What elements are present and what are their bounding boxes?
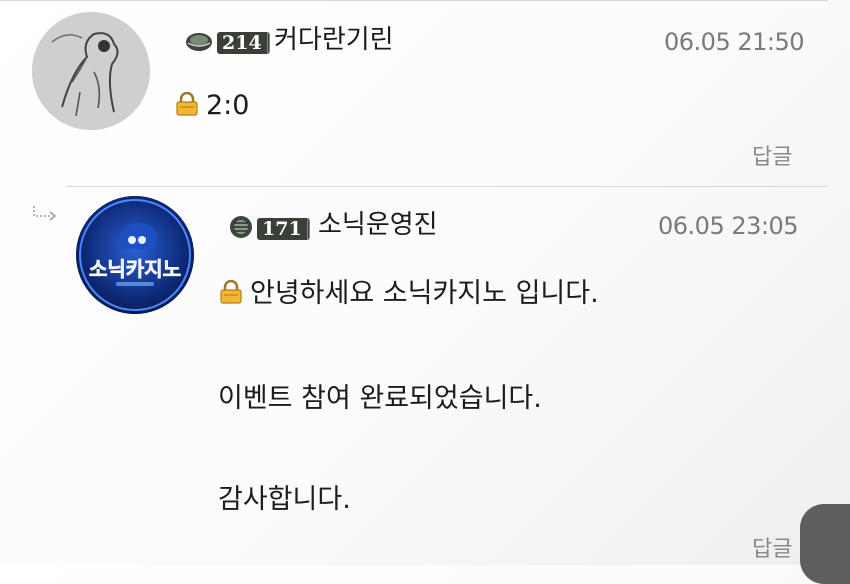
top-divider <box>0 0 828 1</box>
avatar[interactable]: 소닉카지노 <box>76 196 194 314</box>
timestamp: 06.05 23:05 <box>658 212 799 240</box>
level-icon <box>184 29 214 57</box>
avatar[interactable] <box>32 12 150 130</box>
reply-indicator-icon <box>32 205 58 227</box>
level-icon <box>228 214 254 244</box>
comment-content: 2:0 <box>174 90 249 124</box>
lock-icon <box>174 91 200 124</box>
level-number: 214 <box>217 32 270 54</box>
comment-content: 안녕하세요 소닉카지노 입니다. <box>218 278 599 312</box>
lock-icon <box>218 279 244 312</box>
nickname[interactable]: 소닉운영진 <box>318 210 438 240</box>
comment-text-line: 이벤트 참여 완료되었습니다. <box>218 383 542 414</box>
level-badge: 171 <box>228 214 310 244</box>
comment-text-line: 2:0 <box>206 90 250 121</box>
comment-text-line: 안녕하세요 소닉카지노 입니다. <box>250 278 599 309</box>
avatar-logo-text: 소닉카지노 <box>89 257 181 281</box>
reply-button[interactable]: 답글 <box>752 145 792 171</box>
comment-text-line: 감사합니다. <box>218 484 351 515</box>
nickname[interactable]: 커다란기린 <box>274 25 394 55</box>
level-badge: 214 <box>184 29 270 57</box>
timestamp: 06.05 21:50 <box>664 28 805 56</box>
comment-divider <box>66 186 828 187</box>
level-number: 171 <box>257 218 310 240</box>
reply-button[interactable]: 답글 <box>752 537 792 563</box>
floating-scroll-button[interactable] <box>800 504 850 584</box>
